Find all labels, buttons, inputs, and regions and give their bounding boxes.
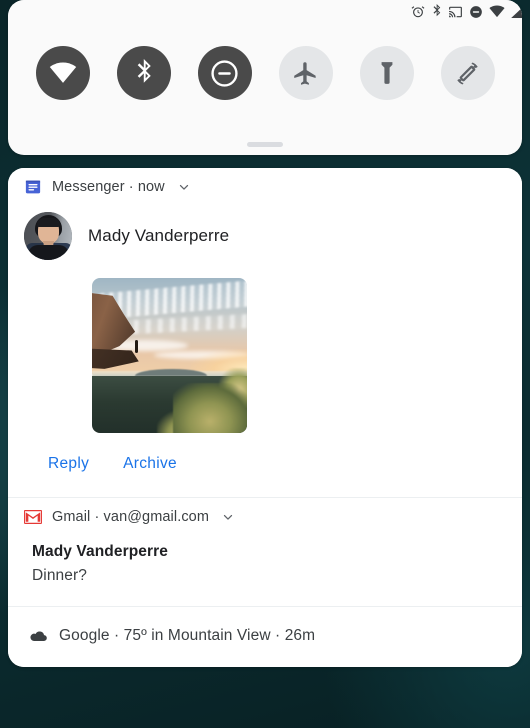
cell-signal-icon — [511, 5, 522, 23]
phone-screen: Messenger · now Mady Vanderperre Reply A… — [0, 0, 530, 728]
wifi-tile[interactable] — [35, 46, 90, 100]
messenger-icon — [24, 178, 42, 196]
auto-rotate-tile[interactable] — [440, 46, 495, 100]
sender-name: Mady Vanderperre — [88, 226, 230, 245]
status-bar — [8, 0, 522, 28]
gmail-text: Dinner? — [32, 567, 87, 585]
bluetooth-icon — [137, 58, 151, 83]
notification-google[interactable]: Google · 75º in Mountain View · 26m — [8, 606, 522, 668]
chevron-down-icon[interactable] — [177, 180, 191, 194]
do-not-disturb-icon — [211, 59, 238, 87]
drag-handle[interactable] — [247, 142, 283, 147]
airplane-tile[interactable] — [278, 46, 333, 100]
archive-button[interactable]: Archive — [123, 455, 177, 473]
quick-settings-panel — [8, 0, 522, 155]
sunset-cliff-photo[interactable] — [92, 278, 247, 433]
cast-icon — [448, 5, 463, 24]
notification-header[interactable]: Messenger · now — [8, 168, 522, 206]
notification-header-text: Google · 75º in Mountain View · 26m — [59, 627, 316, 645]
notification-header-text: Messenger · now — [52, 179, 165, 195]
notification-header-text: Gmail · van@gmail.com — [52, 509, 210, 525]
quick-settings-tiles — [8, 46, 522, 100]
notification-header[interactable]: Google · 75º in Mountain View · 26m — [8, 607, 522, 667]
reply-button[interactable]: Reply — [48, 455, 89, 473]
airplane-icon — [294, 61, 316, 85]
wifi-icon — [49, 62, 76, 83]
gmail-title: Mady Vanderperre — [32, 543, 168, 560]
do-not-disturb-icon — [469, 5, 483, 24]
notification-actions: Reply Archive — [24, 433, 506, 489]
dnd-tile[interactable] — [197, 46, 252, 100]
wifi-icon — [489, 5, 505, 23]
gmail-body: Mady Vanderperre Dinner? — [8, 536, 522, 606]
messenger-body: Mady Vanderperre Reply Archive — [8, 206, 522, 497]
bluetooth-tile[interactable] — [116, 46, 171, 100]
message-row: Mady Vanderperre — [24, 206, 506, 260]
gmail-icon — [24, 508, 42, 526]
status-bar-icons — [411, 4, 522, 24]
chevron-down-icon[interactable] — [221, 510, 235, 524]
notification-header[interactable]: Gmail · van@gmail.com — [8, 498, 522, 536]
flashlight-tile[interactable] — [359, 46, 414, 100]
flashlight-icon — [381, 62, 392, 84]
alarm-icon — [411, 5, 425, 24]
cloud-icon — [30, 627, 48, 645]
sender-avatar — [24, 212, 72, 260]
bluetooth-icon — [431, 4, 442, 24]
notification-stack: Messenger · now Mady Vanderperre Reply A… — [8, 168, 522, 668]
auto-rotate-icon — [457, 61, 478, 85]
notification-messenger[interactable]: Messenger · now Mady Vanderperre Reply A… — [8, 168, 522, 497]
notification-gmail[interactable]: Gmail · van@gmail.com Mady Vanderperre D… — [8, 497, 522, 607]
